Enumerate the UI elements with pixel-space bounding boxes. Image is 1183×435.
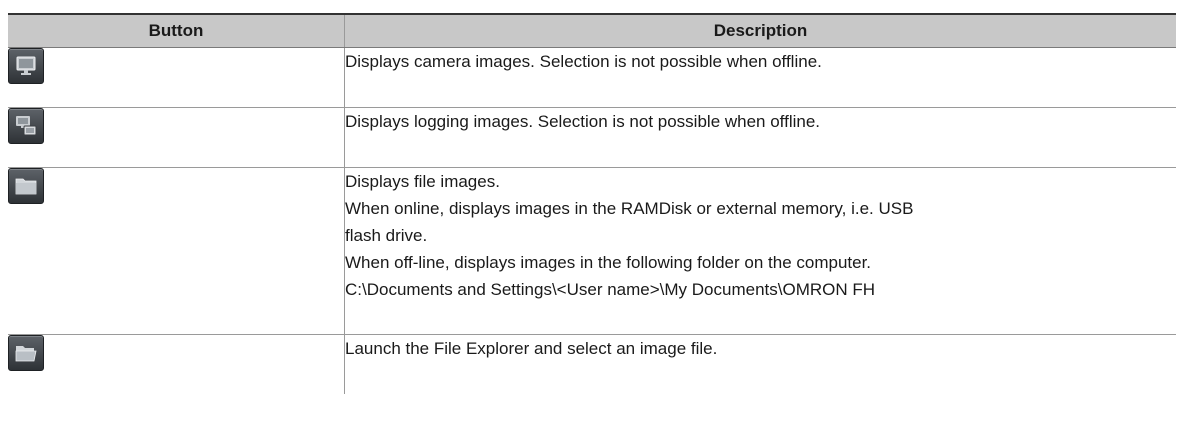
table-row: Displays camera images. Selection is not… [8,47,1176,108]
button-cell [8,334,345,394]
header-description: Description [344,13,1176,48]
table-header-row: Button Description [8,13,1176,48]
button-cell [8,47,345,108]
camera-image-button[interactable] [8,48,44,84]
description-text: Launch the File Explorer and select an i… [345,339,718,358]
description-text: Displays camera images. Selection is not… [345,52,822,71]
open-folder-icon [15,346,37,362]
button-cell [8,167,345,335]
open-file-explorer-button[interactable] [8,335,44,371]
table-row: Displays file images. When online, displ… [8,167,1176,335]
logging-image-button[interactable] [8,108,44,144]
description-cell: Launch the File Explorer and select an i… [345,335,1177,395]
button-description-table: Button Description Displays camera image… [8,13,1176,394]
description-cell: Displays logging images. Selection is no… [344,107,1176,168]
camera-image-icon [16,56,36,75]
logging-image-icon [16,116,37,136]
header-button: Button [8,13,345,48]
table-row: Displays logging images. Selection is no… [8,107,1176,168]
description-text-line: When online, displays images in the RAMD… [345,199,914,218]
description-text-line: flash drive. [345,226,428,245]
table-row: Launch the File Explorer and select an i… [8,334,1177,395]
button-cell [8,107,345,168]
description-cell: Displays file images. When online, displ… [344,167,1176,335]
description-text: Displays logging images. Selection is no… [345,112,821,131]
file-image-button[interactable] [8,168,44,204]
description-text-line: When off-line, displays images in the fo… [345,253,872,272]
folder-path-text: C:\Documents and Settings\<User name>\My… [345,280,876,299]
description-cell: Displays camera images. Selection is not… [344,47,1176,108]
file-image-folder-icon [15,178,37,195]
description-text-line: Displays file images. [345,172,500,191]
